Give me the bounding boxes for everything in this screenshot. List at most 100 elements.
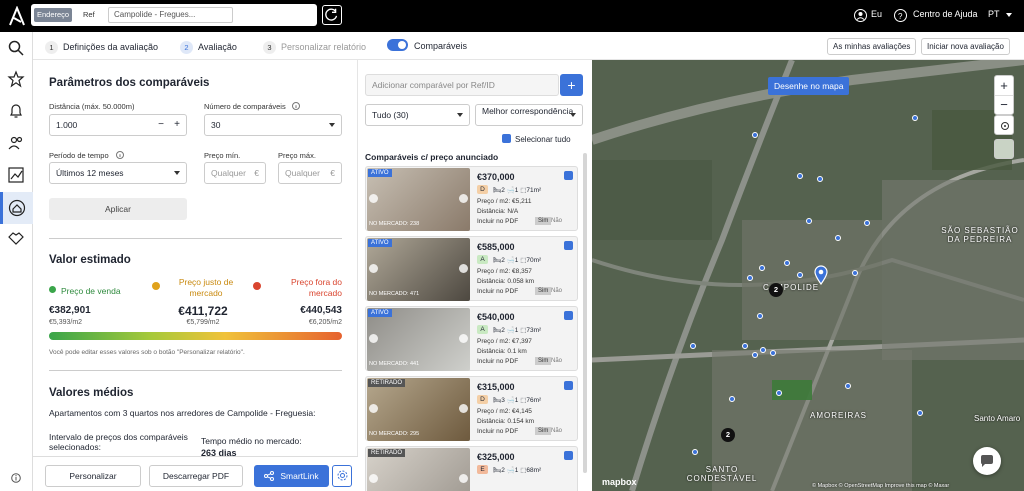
comparable-marker[interactable] <box>770 350 776 356</box>
include-yes-button[interactable]: Sim <box>535 287 552 295</box>
comparable-marker[interactable] <box>797 272 803 278</box>
comparable-card[interactable]: ATIVO NO MERCADO: 441 €540,000 A 🛏2 🛁1 ⬚73m²… <box>365 306 578 371</box>
smartlink-button[interactable]: SmartLink <box>254 465 329 487</box>
photo-next-icon[interactable] <box>459 334 468 343</box>
include-no-button[interactable]: Não <box>551 358 562 364</box>
period-select[interactable]: Últimos 12 meses <box>49 162 187 184</box>
comparable-marker[interactable] <box>759 265 765 271</box>
valuation-nav-item[interactable] <box>0 192 33 224</box>
user-menu[interactable]: Eu <box>871 9 882 19</box>
include-checkbox[interactable] <box>564 311 573 320</box>
locate-button[interactable] <box>994 115 1014 135</box>
sort-select[interactable]: Melhor correspondência <box>475 104 583 126</box>
comparable-marker[interactable] <box>747 275 753 281</box>
add-comparable-button[interactable]: + <box>560 74 583 96</box>
include-checkbox[interactable] <box>564 241 573 250</box>
step-settings[interactable]: 1 Definições da avaliação <box>45 41 158 54</box>
subject-property-pin-icon[interactable] <box>814 265 828 285</box>
include-checkbox[interactable] <box>564 381 573 390</box>
handshake-icon[interactable] <box>7 229 25 247</box>
ref-toggle[interactable]: Ref <box>80 8 98 22</box>
include-no-button[interactable]: Não <box>551 428 562 434</box>
include-checkbox[interactable] <box>564 451 573 460</box>
chart-icon[interactable] <box>7 166 25 184</box>
max-price-input[interactable]: Qualquer € <box>278 162 342 184</box>
include-checkbox[interactable] <box>564 171 573 180</box>
address-toggle[interactable]: Endereço <box>34 8 73 22</box>
my-valuations-button[interactable]: As minhas avaliações <box>827 38 917 55</box>
comparable-marker[interactable] <box>817 176 823 182</box>
download-pdf-button[interactable]: Descarregar PDF <box>149 465 243 487</box>
comparables-toggle[interactable] <box>387 39 408 51</box>
comparable-marker[interactable] <box>776 390 782 396</box>
cluster-marker[interactable]: 2 <box>769 283 783 297</box>
step-valuation[interactable]: 2 Avaliação <box>180 41 237 54</box>
comparable-marker[interactable] <box>760 347 766 353</box>
comparable-marker[interactable] <box>852 270 858 276</box>
include-no-button[interactable]: Não <box>551 218 562 224</box>
chat-button[interactable] <box>973 447 1001 475</box>
comparable-marker[interactable] <box>742 343 748 349</box>
star-icon[interactable] <box>7 70 25 88</box>
info-icon[interactable] <box>11 473 21 483</box>
comparable-marker[interactable] <box>797 173 803 179</box>
photo-prev-icon[interactable] <box>369 264 378 273</box>
comparable-card[interactable]: RETIRADO€325,000E🛏2 🛁1 ⬚68m²Incluir no P… <box>365 446 578 491</box>
comparable-marker[interactable] <box>806 218 812 224</box>
map-style-button[interactable] <box>994 139 1014 159</box>
comparable-card[interactable]: RETIRADO NO MERCADO: 295 €315,000 D 🛏3 🛁1 ⬚7… <box>365 376 578 441</box>
photo-next-icon[interactable] <box>459 194 468 203</box>
map[interactable]: Desenhe no mapa + − SÃO SEBASTIÃO DA PED… <box>592 60 1024 491</box>
map-attribution[interactable]: © Mapbox © OpenStreetMap Improve this ma… <box>812 483 949 489</box>
photo-prev-icon[interactable] <box>369 334 378 343</box>
select-all-checkbox[interactable] <box>502 134 511 143</box>
comparable-marker[interactable] <box>690 343 696 349</box>
step-customize-report[interactable]: 3 Personalizar relatório <box>263 41 366 54</box>
info-icon[interactable] <box>116 151 124 159</box>
comparable-marker[interactable] <box>757 313 763 319</box>
photo-prev-icon[interactable] <box>369 474 378 483</box>
include-no-button[interactable]: Não <box>551 288 562 294</box>
comparable-marker[interactable] <box>729 396 735 402</box>
comparable-marker[interactable] <box>752 352 758 358</box>
photo-next-icon[interactable] <box>459 264 468 273</box>
photo-next-icon[interactable] <box>459 474 468 483</box>
info-icon[interactable] <box>292 102 300 110</box>
refresh-button[interactable] <box>322 5 342 25</box>
min-price-input[interactable]: Qualquer € <box>204 162 266 184</box>
filter-select[interactable]: Tudo (30) <box>365 104 470 126</box>
add-comparable-input[interactable]: Adicionar comparável por Ref/ID <box>365 74 559 96</box>
search-input[interactable]: Campolide - Fregues... <box>108 7 233 23</box>
comparable-marker[interactable] <box>864 220 870 226</box>
zoom-out-button[interactable]: − <box>995 96 1013 115</box>
personalize-button[interactable]: Personalizar <box>45 465 141 487</box>
bell-icon[interactable] <box>7 102 25 120</box>
comparable-marker[interactable] <box>835 235 841 241</box>
zoom-in-button[interactable]: + <box>995 76 1013 96</box>
photo-prev-icon[interactable] <box>369 194 378 203</box>
plus-icon[interactable]: + <box>174 115 180 135</box>
comparable-marker[interactable] <box>784 260 790 266</box>
include-yes-button[interactable]: Sim <box>535 217 552 225</box>
comparable-marker[interactable] <box>912 115 918 121</box>
photo-prev-icon[interactable] <box>369 404 378 413</box>
help-center-link[interactable]: Centro de Ajuda <box>913 9 978 19</box>
include-yes-button[interactable]: Sim <box>535 427 552 435</box>
comparable-marker[interactable] <box>917 410 923 416</box>
cluster-marker[interactable]: 2 <box>721 428 735 442</box>
comparable-marker[interactable] <box>845 383 851 389</box>
include-yes-button[interactable]: Sim <box>535 357 552 365</box>
search-icon[interactable] <box>7 39 25 57</box>
comparable-marker[interactable] <box>752 132 758 138</box>
distance-input[interactable]: 1.000 − + <box>49 114 187 136</box>
comparable-card[interactable]: ATIVO NO MERCADO: 238 €370,000 D 🛏2 🛁1 ⬚71m²… <box>365 166 578 231</box>
users-icon[interactable] <box>7 134 25 152</box>
apply-button[interactable]: Aplicar <box>49 198 187 220</box>
smartlink-settings-button[interactable] <box>332 465 352 487</box>
scrollbar[interactable] <box>583 153 587 473</box>
comparable-marker[interactable] <box>692 449 698 455</box>
language-select[interactable]: PT <box>988 9 1000 19</box>
count-select[interactable]: 30 <box>204 114 342 136</box>
photo-next-icon[interactable] <box>459 404 468 413</box>
draw-on-map-button[interactable]: Desenhe no mapa <box>768 77 850 95</box>
